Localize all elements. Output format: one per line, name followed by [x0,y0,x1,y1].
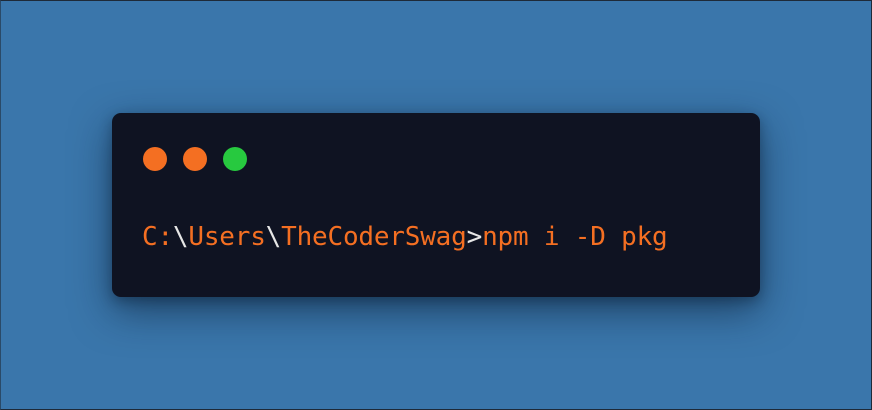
prompt-dir-user: TheCoderSwag [281,222,467,252]
close-dot-icon[interactable] [143,147,167,171]
prompt-dir-users: Users [188,222,266,252]
path-separator: \ [172,222,189,252]
command-line: C:\Users\TheCoderSwag>npm i -D pkg [142,220,668,254]
maximize-dot-icon[interactable] [223,147,247,171]
command-text: npm i -D pkg [482,222,668,252]
path-separator: \ [265,222,282,252]
terminal-window: C:\Users\TheCoderSwag>npm i -D pkg [112,113,760,297]
prompt-drive: C: [142,222,173,252]
minimize-dot-icon[interactable] [183,147,207,171]
window-controls [143,147,247,171]
prompt-symbol: > [466,222,483,252]
